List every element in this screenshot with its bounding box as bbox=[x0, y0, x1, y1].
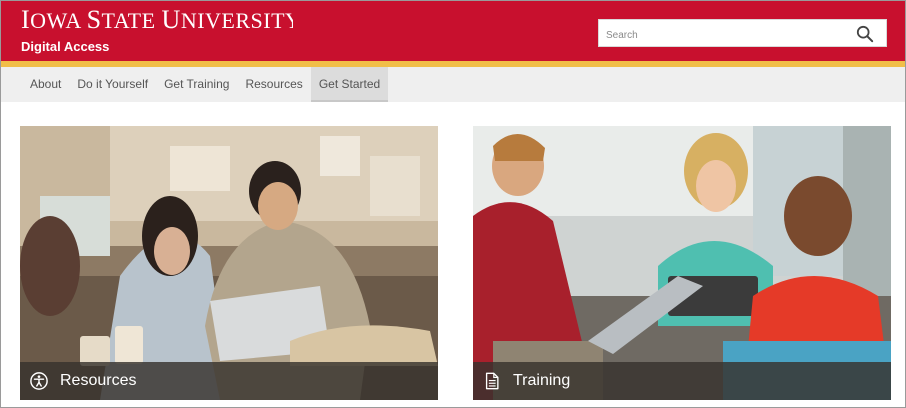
search-icon[interactable] bbox=[856, 25, 874, 43]
university-logo[interactable]: IOWA STATE UNIVERSITY Digital Access bbox=[21, 5, 301, 55]
main-nav: About Do it Yourself Get Training Resour… bbox=[1, 67, 905, 102]
nav-item-about[interactable]: About bbox=[22, 67, 69, 102]
nav-item-resources[interactable]: Resources bbox=[237, 67, 310, 102]
accessibility-icon bbox=[30, 372, 48, 390]
students-studying-photo bbox=[20, 126, 438, 400]
nav-item-do-it-yourself[interactable]: Do it Yourself bbox=[69, 67, 156, 102]
university-wordmark-svg: IOWA STATE UNIVERSITY bbox=[21, 5, 301, 34]
group-meeting-photo bbox=[473, 126, 891, 400]
resources-card[interactable]: Resources bbox=[20, 126, 438, 400]
document-icon bbox=[485, 372, 499, 390]
page: IOWA STATE UNIVERSITY Digital Access Abo… bbox=[0, 0, 906, 408]
university-wordmark: IOWA STATE UNIVERSITY bbox=[21, 5, 301, 39]
search-input[interactable] bbox=[604, 25, 848, 45]
card-label-training[interactable]: Training bbox=[513, 371, 570, 391]
card-caption-bar: Training bbox=[473, 362, 891, 400]
search-box[interactable] bbox=[598, 19, 887, 47]
training-card[interactable]: Training bbox=[473, 126, 891, 400]
nav-item-get-training[interactable]: Get Training bbox=[156, 67, 237, 102]
card-caption-bar: Resources bbox=[20, 362, 438, 400]
svg-text:IOWA STATE UNIVERSITY: IOWA STATE UNIVERSITY bbox=[21, 7, 293, 33]
nav-item-get-started[interactable]: Get Started bbox=[310, 67, 389, 102]
card-label-resources[interactable]: Resources bbox=[60, 371, 136, 391]
site-header: IOWA STATE UNIVERSITY Digital Access bbox=[1, 1, 905, 61]
unit-name: Digital Access bbox=[21, 39, 110, 54]
